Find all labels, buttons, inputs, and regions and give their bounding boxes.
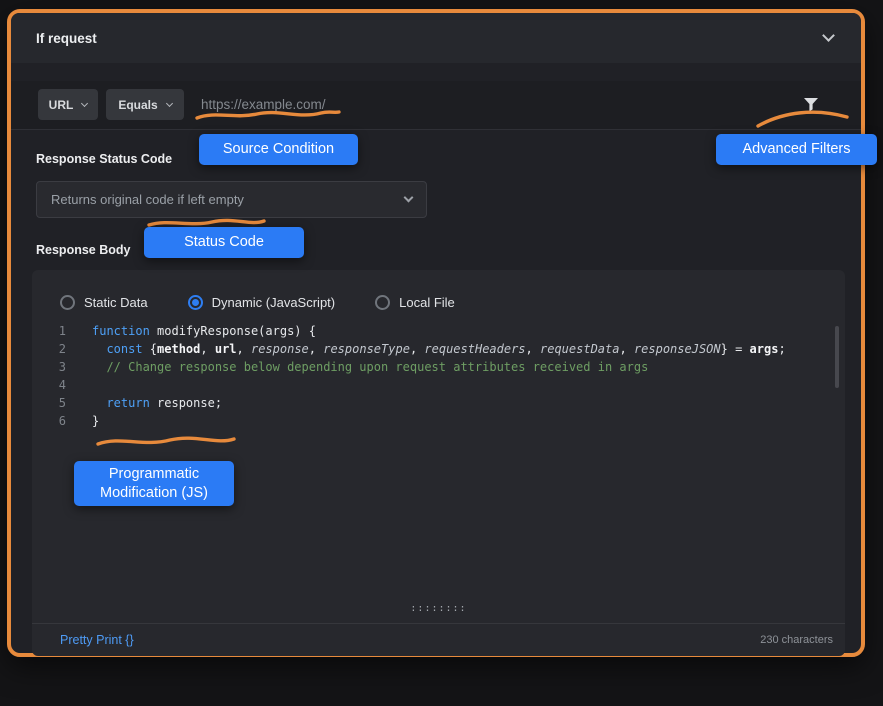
chevron-down-icon	[403, 192, 414, 203]
code-line: 6}	[32, 412, 845, 430]
code-line: 4	[32, 376, 845, 394]
code-line: 5 return response;	[32, 394, 845, 412]
editor-footer: Pretty Print {} 230 characters	[32, 623, 845, 656]
source-operator-select[interactable]: Equals	[106, 89, 184, 120]
radio-option[interactable]: Local File	[375, 294, 455, 310]
line-number: 6	[58, 414, 66, 428]
callout-label: Programmatic	[108, 465, 200, 482]
status-code-select[interactable]: Returns original code if left empty	[36, 181, 427, 218]
callout-label: Modification (JS)	[100, 484, 208, 501]
code-line: 1 function modifyResponse(args) {	[32, 322, 845, 340]
radio-option[interactable]: Static Data	[60, 294, 148, 310]
line-number: 5	[58, 396, 66, 410]
code-line: 2 const {method, url, response, response…	[32, 340, 845, 358]
callout-label: Source Condition	[222, 141, 335, 157]
callout-label: Advanced Filters	[742, 141, 851, 157]
radio-option-label: Static Data	[84, 294, 148, 310]
rule-pair-title: If request	[36, 30, 97, 46]
pretty-print-link[interactable]: Pretty Print {}	[60, 633, 134, 647]
callout-advanced-filters: Advanced Filters	[716, 134, 877, 165]
source-key-select[interactable]: URL	[38, 89, 98, 120]
line-number: 1	[58, 324, 66, 338]
callout-status-code: Status Code	[144, 227, 304, 258]
page: If request URL Equals Response Status Co…	[0, 0, 883, 706]
annotation-underline-url	[195, 110, 341, 120]
response-body-label: Response Body	[36, 243, 131, 257]
callout-programmatic-modification: Programmatic Modification (JS)	[74, 461, 234, 506]
annotation-underline-filter	[756, 110, 849, 128]
line-content: const {method, url, response, responseTy…	[106, 342, 786, 356]
char-count: 230 characters	[760, 634, 833, 646]
response-body-type-group: Static Data Dynamic (JavaScript) Local Fil…	[32, 286, 845, 318]
radio-option[interactable]: Dynamic (JavaScript)	[187, 294, 336, 310]
radio-option-label: Local File	[399, 294, 455, 310]
chevron-down-icon	[165, 99, 173, 107]
rule-pair-header[interactable]: If request	[11, 13, 861, 63]
rule-editor-card: If request URL Equals Response Status Co…	[7, 9, 865, 657]
callout-source-condition: Source Condition	[199, 134, 358, 165]
source-key-label: URL	[48, 97, 74, 112]
line-content: return response;	[106, 396, 223, 410]
source-operator-label: Equals	[118, 97, 158, 112]
resize-handle[interactable]: ::::::::	[410, 603, 466, 614]
collapse-chevron-icon[interactable]	[822, 29, 835, 42]
status-code-placeholder: Returns original code if left empty	[51, 192, 244, 207]
line-number: 3	[58, 360, 66, 374]
radio-unselected-icon	[375, 294, 391, 310]
radio-option-label: Dynamic (JavaScript)	[211, 294, 336, 310]
line-content: function modifyResponse(args) {	[92, 324, 316, 338]
line-number: 2	[58, 342, 66, 356]
code-line: 3 // Change response below depending upo…	[32, 358, 845, 376]
radio-unselected-icon	[60, 294, 75, 310]
line-content: }	[92, 414, 100, 428]
line-content	[66, 376, 92, 394]
callout-label: Status Code	[184, 234, 264, 250]
radio-selected-icon	[187, 294, 203, 310]
annotation-underline-code	[96, 436, 236, 446]
code-lines: 1 function modifyResponse(args) { 2 const …	[32, 322, 845, 430]
source-condition-row: URL Equals	[11, 81, 861, 130]
response-status-label: Response Status Code	[36, 152, 173, 166]
chevron-down-icon	[81, 99, 89, 107]
line-number: 4	[58, 378, 66, 392]
editor-scrollbar[interactable]	[835, 326, 839, 388]
line-content: // Change response below depending upon …	[92, 360, 649, 374]
